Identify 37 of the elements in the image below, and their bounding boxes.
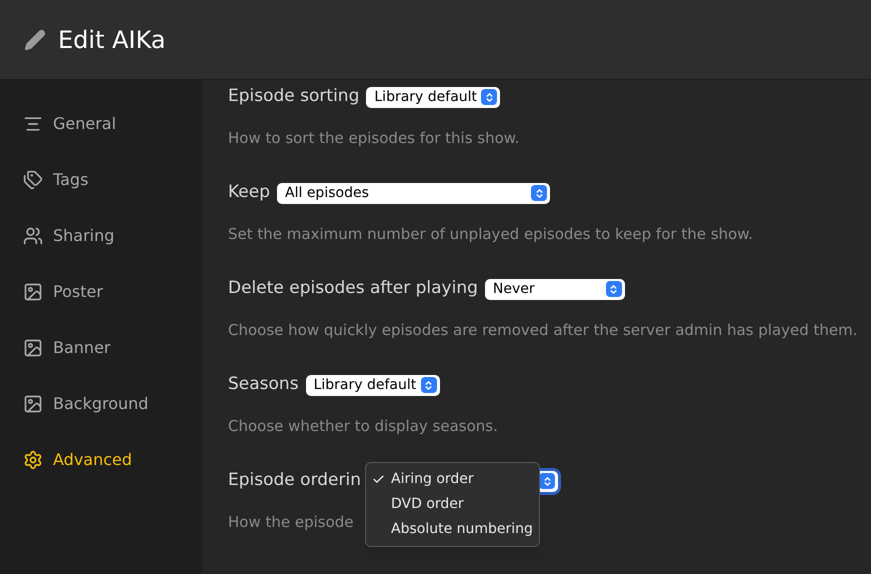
setting-description: Choose whether to display seasons. <box>228 416 498 436</box>
sidebar-item[interactable]: Banner <box>0 320 202 376</box>
sidebar-item[interactable]: Background <box>0 376 202 432</box>
sidebar-item[interactable]: Poster <box>0 264 202 320</box>
setting-description: How the episode <box>228 512 354 532</box>
pencil-icon <box>24 28 46 50</box>
chevrons-icon <box>539 473 555 489</box>
select-field[interactable]: Library default <box>306 374 440 396</box>
tags-icon <box>23 170 43 190</box>
image-icon <box>23 394 43 414</box>
setting-label: Seasons <box>228 373 299 396</box>
setting-description: How to sort the episodes for this show. <box>228 128 520 148</box>
setting-description: Choose how quickly episodes are removed after the server admin has played them. <box>228 320 858 340</box>
setting-label: Episode orderin <box>228 469 361 492</box>
setting-label: Delete episodes after playing <box>228 277 478 300</box>
menu-item[interactable]: Airing order <box>391 468 474 490</box>
select-field[interactable]: Library default <box>366 86 500 108</box>
setting-description: Set the maximum number of unplayed episodes to keep for the show. <box>228 224 753 244</box>
select-field[interactable]: Never <box>484 278 625 300</box>
sidebar-item[interactable]: Advanced <box>0 432 202 488</box>
users-icon <box>23 226 43 246</box>
page-title: Edit AIKa <box>58 24 166 56</box>
chevrons-icon <box>531 185 548 201</box>
setting-label: Keep <box>228 181 270 204</box>
setting-label: Episode sorting <box>228 85 360 108</box>
menu-item[interactable]: Absolute numbering <box>391 518 533 540</box>
chevrons-icon <box>420 377 437 393</box>
sidebar-item[interactable]: General <box>0 96 202 152</box>
menu-item[interactable]: DVD order <box>391 494 464 514</box>
image-icon <box>23 282 43 302</box>
settings-icon <box>23 450 43 470</box>
chevrons-icon <box>606 281 622 297</box>
image-icon <box>23 338 43 358</box>
sidebar-item[interactable]: Sharing <box>0 208 202 264</box>
sidebar-item[interactable]: Tags <box>0 152 202 208</box>
select-field[interactable]: All episodes <box>277 182 550 204</box>
chevrons-icon <box>481 89 498 105</box>
